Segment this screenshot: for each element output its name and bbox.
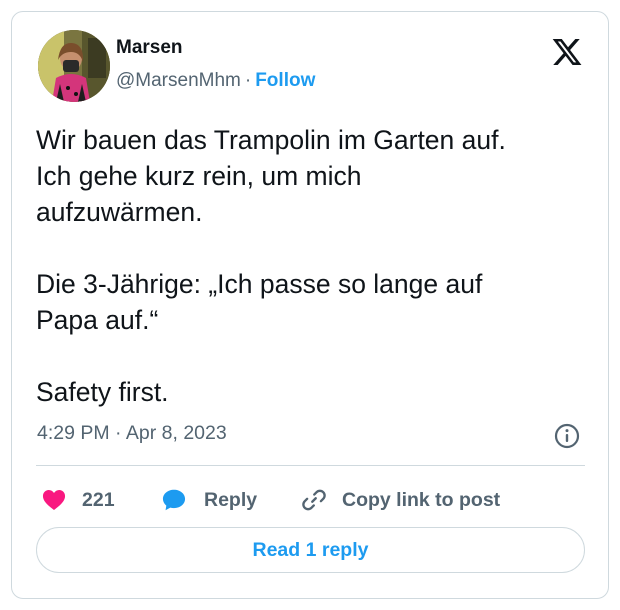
speech-bubble-icon — [162, 489, 186, 511]
like-button[interactable]: 221 — [40, 480, 115, 520]
separator-dot: · — [244, 70, 252, 91]
tweet-card: Marsen @MarsenMhm · Follow Wir bauen das T… — [11, 11, 609, 599]
heart-icon — [42, 490, 66, 510]
copy-link-label: Copy link to post — [342, 488, 501, 511]
read-replies-button[interactable]: Read 1 reply — [36, 527, 585, 573]
copy-link-button[interactable]: Copy link to post — [300, 480, 500, 520]
info-icon[interactable] — [553, 422, 581, 450]
divider — [36, 465, 585, 466]
x-logo-icon[interactable] — [550, 36, 584, 68]
avatar-image — [38, 30, 110, 102]
follow-button[interactable]: Follow — [255, 70, 315, 91]
like-count: 221 — [82, 488, 115, 511]
author-handle-row: @MarsenMhm · Follow — [116, 70, 315, 92]
author-handle[interactable]: @MarsenMhm — [116, 70, 241, 91]
tweet-text: Wir bauen das Trampolin im Garten auf. I… — [36, 125, 506, 407]
reply-label: Reply — [204, 488, 258, 511]
author-display-name[interactable]: Marsen — [116, 37, 183, 59]
reply-button[interactable]: Reply — [160, 480, 257, 520]
tweet-timestamp[interactable]: 4:29 PM · Apr 8, 2023 — [37, 422, 227, 445]
avatar[interactable] — [38, 30, 110, 102]
link-icon — [302, 489, 326, 511]
